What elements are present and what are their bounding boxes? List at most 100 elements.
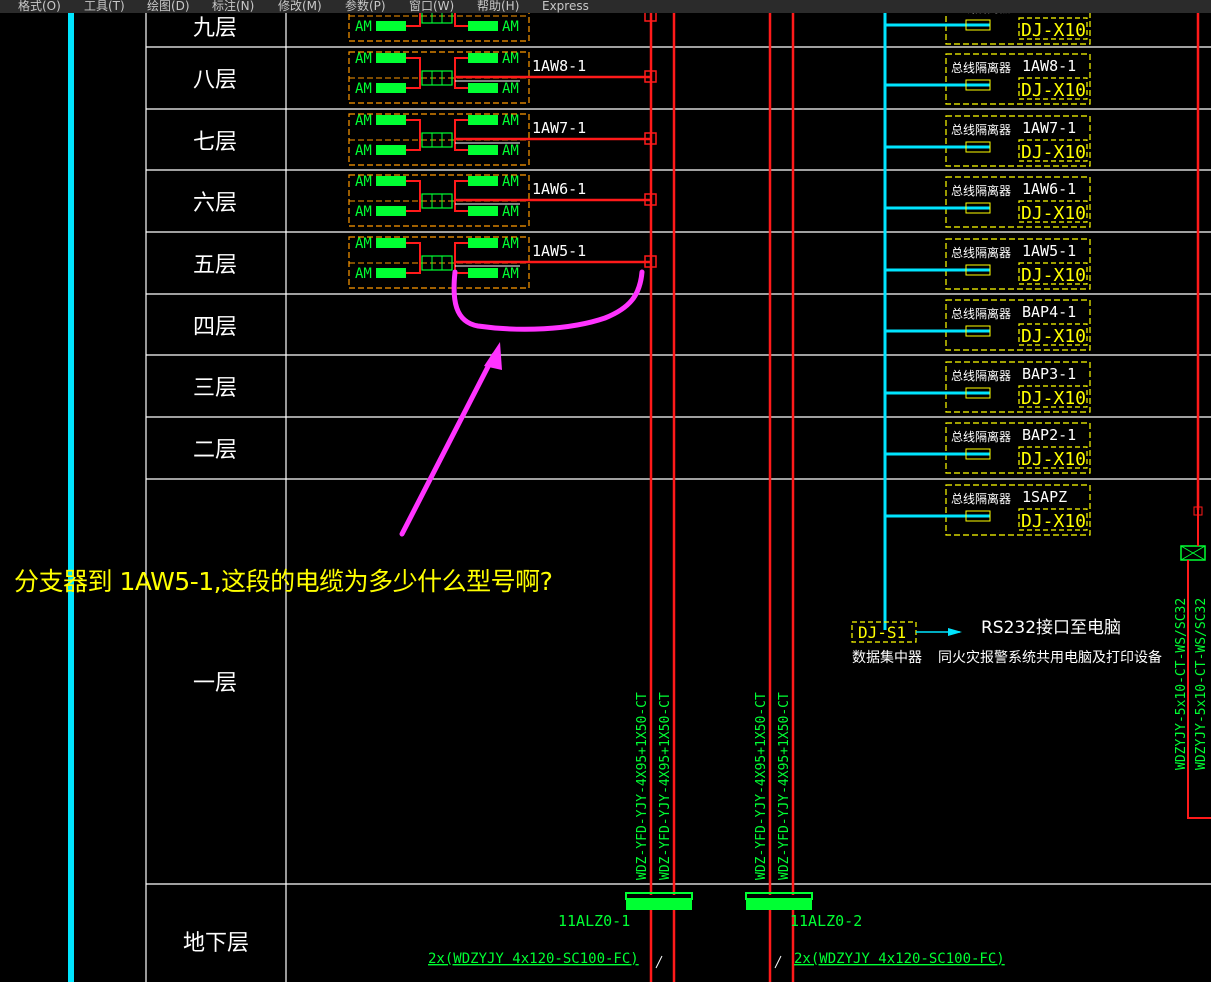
breaker-block [376, 145, 406, 155]
breaker-wire [406, 242, 421, 263]
menu-help[interactable]: 帮助(H) [477, 0, 519, 12]
breaker-block [468, 176, 498, 186]
cable-label-right-1: WDZYJY-5x10-CT-WS/SC32 [1174, 598, 1189, 770]
breaker-wire [454, 242, 468, 263]
floor-label-4: 四层 [193, 315, 237, 340]
panel-label-1aw7: 1AW7-1 [532, 119, 586, 137]
breaker-block [376, 268, 406, 278]
breaker-block [468, 268, 498, 278]
breaker-wire [406, 57, 421, 78]
am-label: AM [502, 174, 519, 190]
feed-cable-1: 2x(WDZYJY 4x120-SC100-FC) [428, 951, 639, 967]
am-label: AM [502, 51, 519, 67]
panel-11alz0-2: 11ALZ0-2 [790, 912, 862, 930]
am-label: AM [355, 174, 372, 190]
breaker-block [468, 53, 498, 63]
device-label: DJ-X10 [1021, 265, 1086, 286]
breaker-block [468, 206, 498, 216]
isolator-label: 总线隔离器 [951, 491, 1011, 506]
isolator-name: 1AW5-1 [1022, 242, 1076, 260]
floor-label-6: 六层 [193, 191, 237, 216]
isolator-name: BAP4-1 [1022, 303, 1076, 321]
isolator-name: 1AW6-1 [1022, 180, 1076, 198]
isolator-box-4: 总线隔离器 1AW6-1 DJ-X10 [885, 176, 1091, 228]
panel-labels: 1AW8-1 1AW7-1 1AW6-1 1AW5-1 [532, 57, 586, 260]
basement-panels: 11ALZ0-1 11ALZ0-2 2x(WDZYJY 4x120-SC100-… [428, 892, 1005, 969]
breaker-block [468, 145, 498, 155]
breaker-wire [454, 57, 468, 78]
am-label: AM [502, 204, 519, 220]
feed-cable-2: 2x(WDZYJY 4x120-SC100-FC) [794, 951, 1005, 967]
floor-module-6: AM AM AM AM [348, 174, 657, 227]
breaker-wire [454, 16, 468, 27]
menu-express[interactable]: Express [542, 0, 589, 12]
device-label: DJ-X10 [1021, 203, 1086, 224]
device-label: DJ-X10 [1021, 20, 1086, 41]
menu-dimension[interactable]: 标注(N) [212, 0, 254, 12]
concentrator-device: DJ-S1 [858, 623, 906, 642]
breaker-block [468, 115, 498, 125]
breaker-block [468, 238, 498, 248]
panel-11alz0-1: 11ALZ0-1 [558, 912, 630, 930]
isolator-label: 总线隔离器 [951, 429, 1011, 444]
isolator-label: 总线隔离器 [951, 60, 1011, 75]
breaker-wire [406, 201, 421, 212]
menu-modify[interactable]: 修改(M) [278, 0, 322, 12]
floor-module-7: AM AM AM AM [348, 113, 657, 166]
isolator-name: 1AW8-1 [1022, 57, 1076, 75]
menu-tools[interactable]: 工具(T) [84, 0, 125, 12]
isolator-label: 总线隔离器 [951, 368, 1011, 383]
menu-format[interactable]: 格式(O) [18, 0, 61, 12]
breaker-wire [406, 263, 421, 274]
isolator-box-7: 总线隔离器 BAP3-1 DJ-X10 [885, 361, 1091, 413]
cable-label-1: WDZ-YFD-YJY-4X95+1X50-CT [635, 692, 650, 880]
device-label: DJ-X10 [1021, 142, 1086, 163]
am-label: AM [502, 81, 519, 97]
am-label: AM [502, 236, 519, 252]
am-label: AM [355, 236, 372, 252]
cable-label-3: WDZ-YFD-YJY-4X95+1X50-CT [754, 692, 769, 880]
isolator-name: BAP2-1 [1022, 426, 1076, 444]
isolator-label: 总线隔离器 [951, 122, 1011, 137]
breaker-wire [406, 140, 421, 151]
rs232-label: RS232接口至电脑 [981, 618, 1121, 638]
device-label: DJ-X10 [1021, 388, 1086, 409]
magenta-annotation [399, 269, 645, 537]
breaker-block [468, 21, 498, 31]
isolator-name: BAP3-1 [1022, 365, 1076, 383]
isolator-box-9: 总线隔离器 1SAPZ DJ-X10 [885, 484, 1091, 536]
device-label: DJ-X10 [1021, 449, 1086, 470]
device-label: DJ-X10 [1021, 326, 1086, 347]
am-label: AM [355, 81, 372, 97]
isolator-box-6: 总线隔离器 BAP4-1 DJ-X10 [885, 299, 1091, 351]
vertical-cable-labels: WDZ-YFD-YJY-4X95+1X50-CT WDZ-YFD-YJY-4X9… [635, 598, 1209, 880]
device-label: DJ-X10 [1021, 511, 1086, 532]
floor-label-2: 二层 [193, 438, 237, 463]
am-label: AM [502, 143, 519, 159]
breaker-wire [406, 78, 421, 89]
menu-parameters[interactable]: 参数(P) [345, 0, 386, 12]
concentrator-caption: 数据集中器 [852, 649, 922, 666]
am-label: AM [355, 19, 372, 35]
floor-label-8: 八层 [193, 68, 237, 93]
breaker-wire [454, 119, 468, 140]
breaker-block [468, 83, 498, 93]
data-concentrator: DJ-S1 数据集中器 RS232接口至电脑 同火灾报警系统共用电脑及打印设备 [851, 618, 1162, 666]
annotation-arrow-shaft [399, 352, 497, 537]
isolator-label: 总线隔离器 [951, 245, 1011, 260]
menu-draw[interactable]: 绘图(D) [147, 0, 190, 12]
breaker-wire [454, 78, 468, 89]
bus-isolator-column: 总线隔离器 DJ-X10 总线隔离器 1AW8-1 DJ-X10 总线隔离器 1AW7-1 D… [885, 0, 1091, 536]
panel-label-1aw6: 1AW6-1 [532, 180, 586, 198]
annotation-arrow-head [484, 342, 502, 370]
shared-pc-note: 同火灾报警系统共用电脑及打印设备 [938, 649, 1162, 666]
menu-bar: 格式(O) 工具(T) 绘图(D) 标注(N) 修改(M) 参数(P) 窗口(W… [0, 0, 1211, 13]
floor-label-basement: 地下层 [183, 931, 249, 956]
am-label: AM [355, 266, 372, 282]
menu-window[interactable]: 窗口(W) [409, 0, 454, 12]
cad-drawing-canvas[interactable]: 九层 八层 七层 六层 五层 四层 三层 二层 一层 地下层 AM AMAMAMA… [0, 0, 1211, 982]
cable-label-4: WDZ-YFD-YJY-4X95+1X50-CT [777, 692, 792, 880]
breaker-wire [406, 180, 421, 201]
floor-label-1: 一层 [193, 671, 237, 696]
cable-label-right-2: WDZYJY-5x10-CT-WS/SC32 [1194, 598, 1209, 770]
